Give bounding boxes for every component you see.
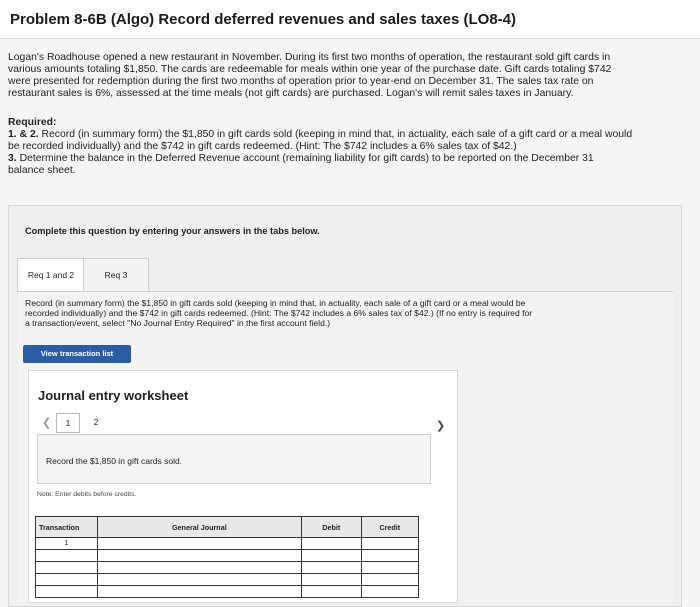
required-label: Required: [8,117,57,128]
table-row [35,585,420,598]
required-item-1-number: 1. & 2. [8,129,39,140]
transaction-description-box: Record the $1,850 in gift cards sold. [37,434,431,484]
credit-cell[interactable] [360,549,420,562]
tab-req-1-and-2[interactable]: Req 1 and 2 [17,258,85,291]
instruction-line: a transaction/event, select "No Journal … [25,318,331,328]
instruction-line: recorded individually) and the $742 in g… [25,308,533,318]
transaction-cell [35,585,98,598]
tab-content: Record (in summary form) the $1,850 in g… [17,292,673,603]
problem-intro: Logan's Roadhouse opened a new restauran… [8,52,668,100]
account-cell[interactable] [96,561,302,574]
col-transaction: Transaction [35,516,98,538]
account-cell[interactable] [96,585,302,598]
required-item-1-cont: be recorded individually) and the $742 i… [8,141,517,152]
instruction-line: Record (in summary form) the $1,850 in g… [25,298,526,308]
credit-cell[interactable] [360,585,420,598]
credit-cell[interactable] [360,573,420,586]
account-cell[interactable] [96,537,302,550]
table-row [35,561,420,574]
view-transaction-list-button[interactable]: View transaction list [23,345,131,363]
transaction-cell [35,573,98,586]
table-row [35,549,420,562]
debit-cell[interactable] [300,573,362,586]
required-item-3: 3. Determine the balance in the Deferred… [8,153,672,165]
journal-table: Transaction General Journal Debit Credit… [35,516,420,598]
worksheet-title: Journal entry worksheet [38,388,189,403]
transaction-cell [35,561,98,574]
worksheet-page-1[interactable]: 1 [56,413,80,433]
debit-cell[interactable] [300,585,362,598]
table-row: 1 [35,537,420,550]
tab-bar: Req 1 and 2 Req 3 [17,258,673,292]
table-row [35,573,420,586]
entry-note: Note: Enter debits before credits. [37,491,137,498]
journal-entry-worksheet: Journal entry worksheet ❮ 1 2 ❯ Record t… [28,370,458,603]
panel-heading: Complete this question by entering your … [25,226,320,236]
worksheet-page-2[interactable]: 2 [87,413,105,431]
credit-cell[interactable] [360,561,420,574]
required-item-3-number: 3. [8,153,17,164]
transaction-cell: 1 [35,537,98,550]
tab-instructions: Record (in summary form) the $1,850 in g… [25,298,645,328]
account-cell[interactable] [96,549,302,562]
tab-req-3[interactable]: Req 3 [83,258,149,291]
chevron-left-icon[interactable]: ❮ [42,416,51,429]
transaction-cell [35,549,98,562]
account-cell[interactable] [96,573,302,586]
question-panel: Complete this question by entering your … [8,205,682,607]
debit-cell[interactable] [300,561,362,574]
required-item-3-text: Determine the balance in the Deferred Re… [19,153,594,164]
title-bar: Problem 8-6B (Algo) Record deferred reve… [0,0,700,39]
credit-cell[interactable] [360,537,420,550]
required-item-1-text: Record (in summary form) the $1,850 in g… [41,129,633,140]
col-general-journal: General Journal [96,516,302,538]
required-item-3-cont: balance sheet. [8,165,76,176]
journal-header-row: Transaction General Journal Debit Credit [35,516,420,538]
chevron-right-icon[interactable]: ❯ [436,419,445,432]
debit-cell[interactable] [300,537,362,550]
intro-line: were presented for redemption during the… [8,76,594,87]
col-debit: Debit [300,516,362,538]
intro-line: various amounts totaling $1,850. The car… [8,64,612,75]
required-item-1: 1. & 2. Record (in summary form) the $1,… [8,129,672,141]
intro-line: restaurant sales is 6%, assessed at the … [8,88,574,99]
page-title: Problem 8-6B (Algo) Record deferred reve… [10,11,516,28]
intro-line: Logan's Roadhouse opened a new restauran… [8,52,611,63]
debit-cell[interactable] [300,549,362,562]
col-credit: Credit [360,516,420,538]
transaction-description: Record the $1,850 in gift cards sold. [46,456,183,466]
